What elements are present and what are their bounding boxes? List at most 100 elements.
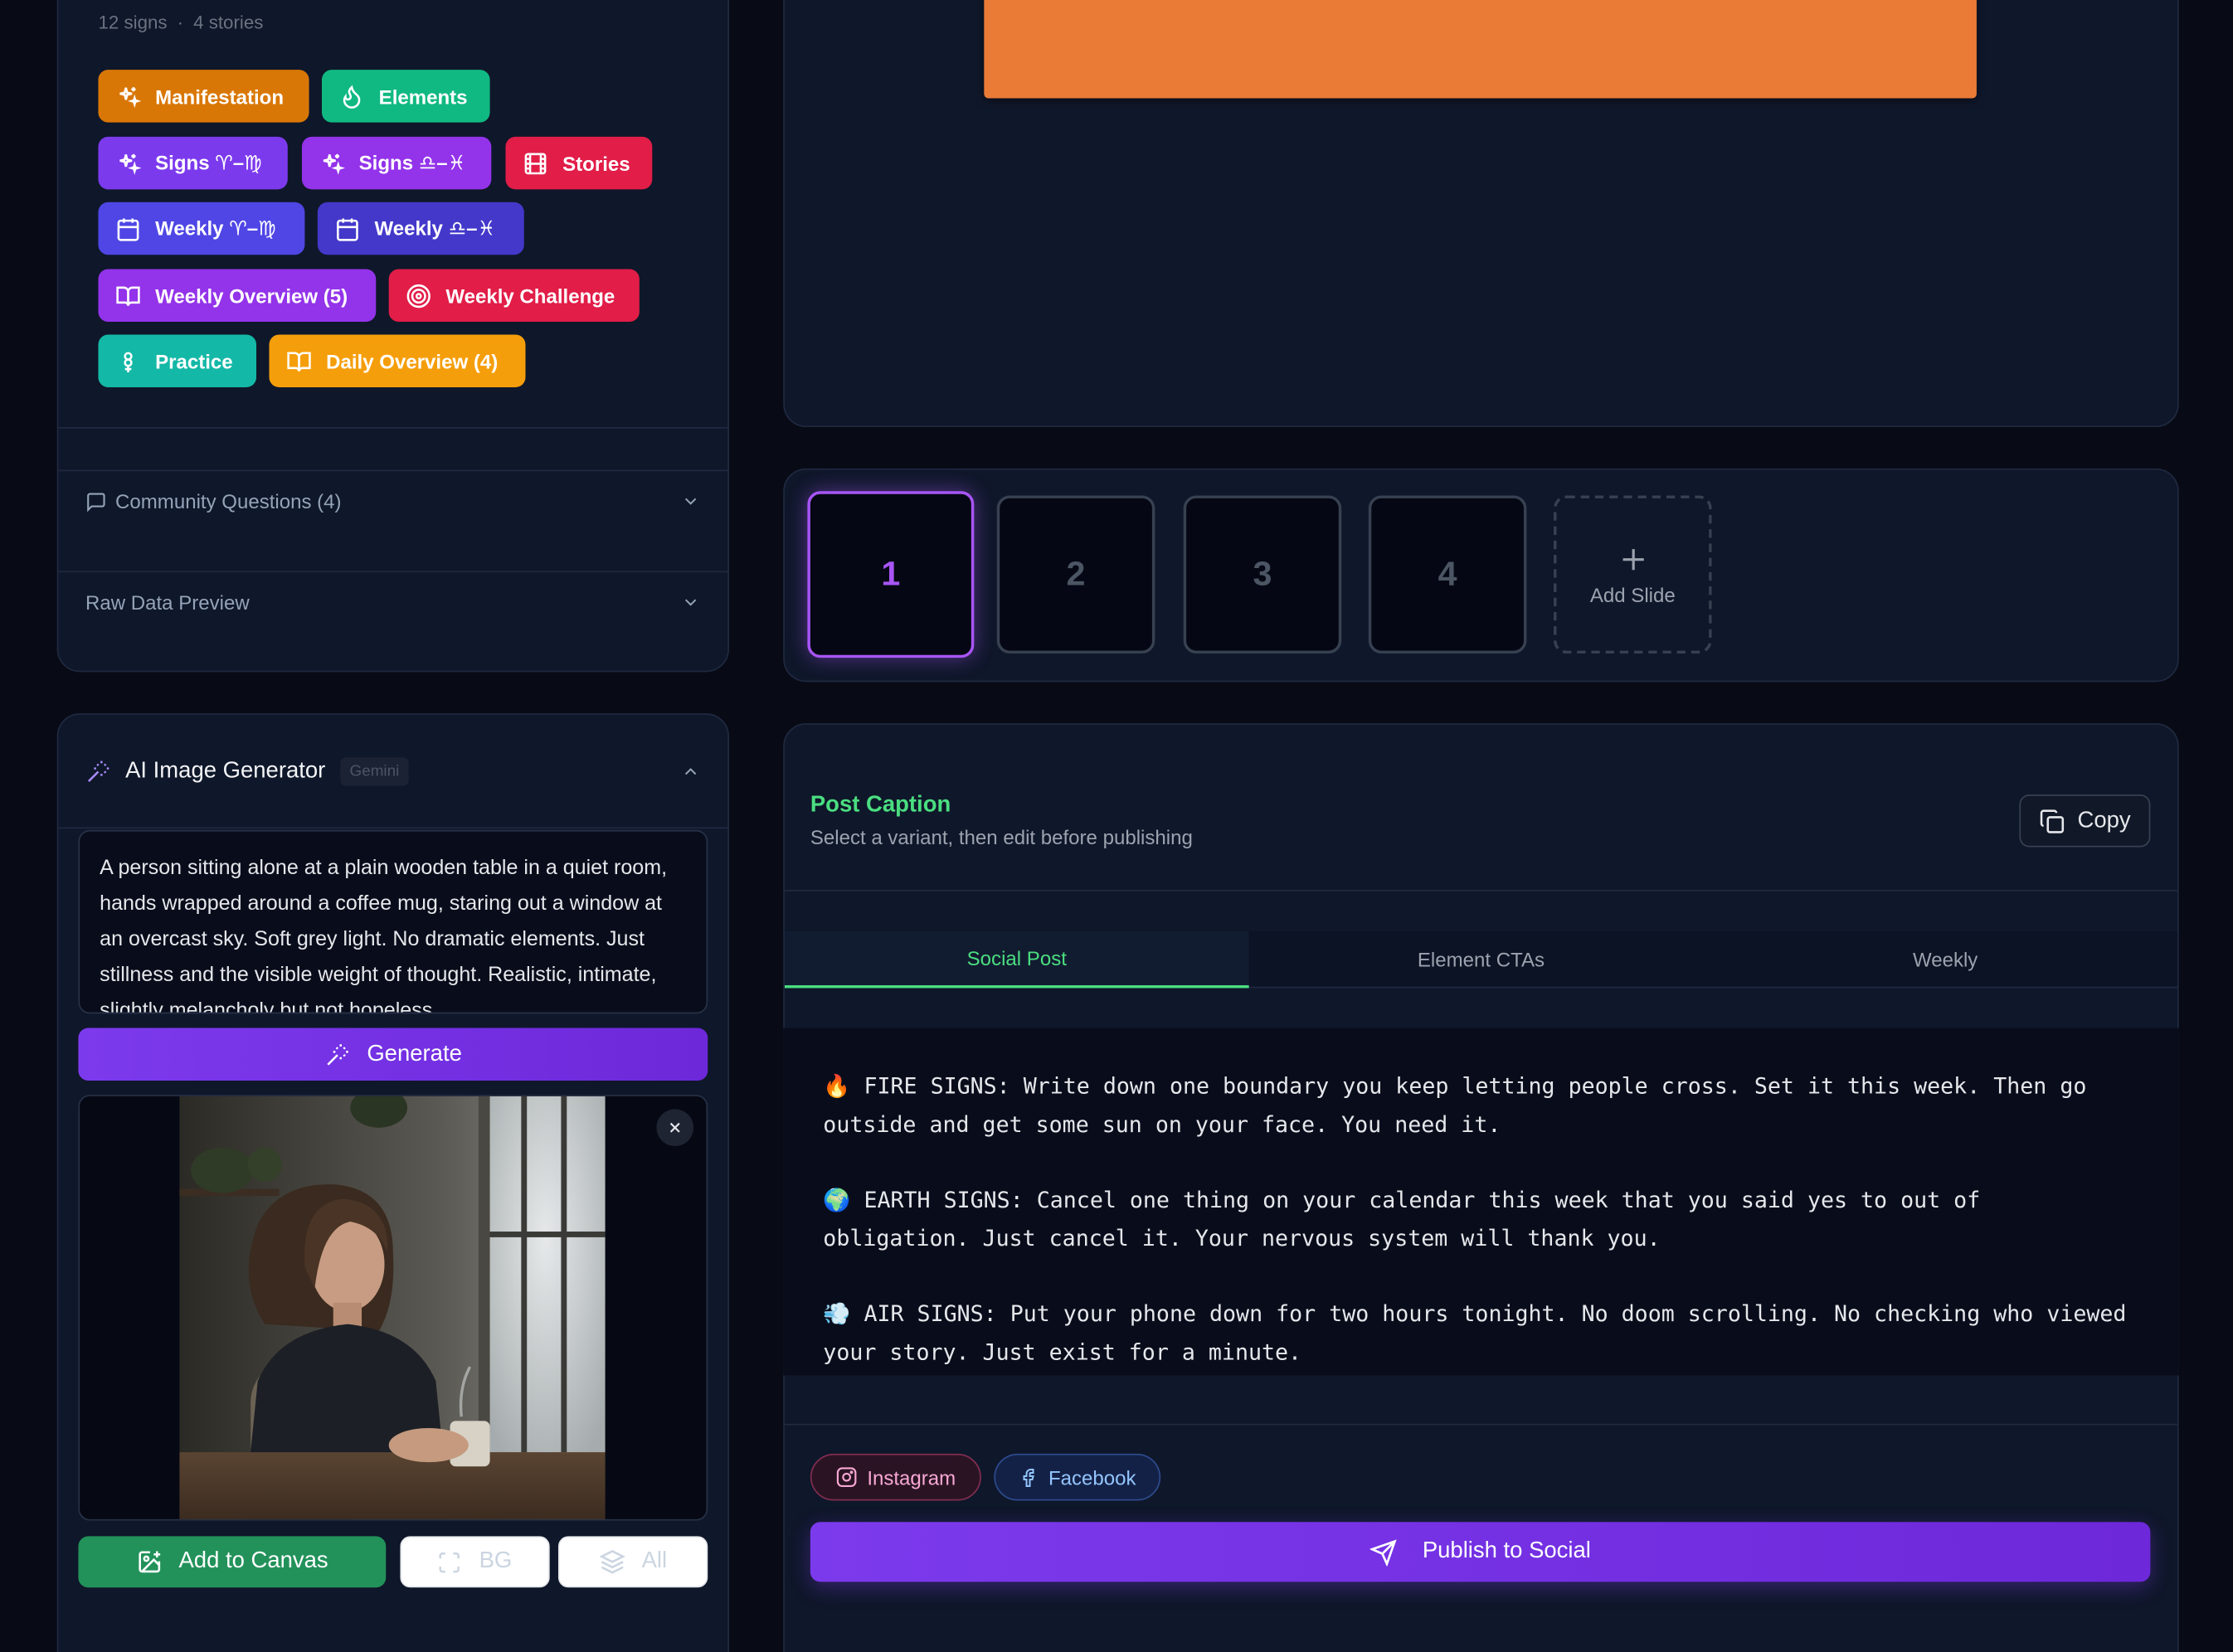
slide-thumb-4[interactable]: 4 xyxy=(1368,495,1527,654)
instagram-icon xyxy=(836,1467,857,1487)
tag-label: Signs ♎–♓ xyxy=(358,150,466,174)
plus-icon xyxy=(1622,548,1643,570)
tab-element-ctas[interactable]: Element CTAs xyxy=(1249,931,1714,989)
calendar-icon xyxy=(117,217,139,241)
message-icon xyxy=(87,492,105,512)
post-caption-title: Post Caption xyxy=(810,793,951,818)
tag-daily-overview-4[interactable]: Daily Overview (4) xyxy=(269,334,526,387)
all-label: All xyxy=(641,1548,668,1574)
chevron-down-icon xyxy=(684,498,697,505)
caption-editor[interactable]: 🔥 FIRE SIGNS: Write down one boundary yo… xyxy=(783,1028,2179,1376)
facebook-icon xyxy=(1023,1468,1035,1487)
chevron-up-icon xyxy=(684,768,697,775)
signs-count: 12 signs xyxy=(98,11,168,33)
copy-icon xyxy=(2040,809,2064,833)
instagram-label: Instagram xyxy=(867,1465,956,1489)
tag-weekly[interactable]: Weekly ♎–♓ xyxy=(317,202,524,255)
facebook-label: Facebook xyxy=(1048,1465,1136,1489)
add-to-canvas-button[interactable]: Add to Canvas xyxy=(78,1536,387,1588)
tab-weekly-label: Weekly xyxy=(1912,948,1978,971)
tag-label: Weekly ♎–♓ xyxy=(374,216,496,240)
tag-label: Elements xyxy=(378,85,468,108)
image-prompt-text: A person sitting alone at a plain wooden… xyxy=(100,857,668,1014)
magic-wand-icon xyxy=(326,1043,348,1065)
copy-label: Copy xyxy=(2077,808,2131,833)
close-image-button[interactable] xyxy=(656,1109,694,1147)
tag-signs[interactable]: Signs ♈–♍ xyxy=(98,136,288,190)
tag-weekly-overview-5[interactable]: Weekly Overview (5) xyxy=(98,269,377,322)
book-icon xyxy=(287,351,311,372)
divider xyxy=(784,890,2177,892)
ai-generator-title: AI Image Generator xyxy=(125,759,326,784)
chevron-down-icon xyxy=(684,599,697,606)
tab-weekly[interactable]: Weekly xyxy=(1713,931,2177,989)
tag-label: Daily Overview (4) xyxy=(326,349,499,372)
ai-generator-header[interactable]: AI Image Generator Gemini xyxy=(85,751,701,791)
image-prompt-textarea[interactable]: A person sitting alone at a plain wooden… xyxy=(78,829,708,1014)
publish-label: Publish to Social xyxy=(1422,1538,1591,1564)
tag-label: Manifestation xyxy=(155,85,285,108)
bg-label: BG xyxy=(479,1548,513,1574)
community-questions-label: Community Questions (4) xyxy=(115,489,342,513)
tag-label: Stories xyxy=(562,151,630,175)
send-icon xyxy=(1369,1538,1397,1566)
tab-social-post-label: Social Post xyxy=(966,946,1067,970)
generated-image-frame xyxy=(78,1095,708,1521)
close-icon xyxy=(669,1122,680,1133)
bg-button[interactable]: BG xyxy=(400,1536,550,1588)
flame-icon xyxy=(343,84,361,109)
calendar-icon xyxy=(337,217,358,241)
post-caption-subtitle: Select a variant, then edit before publi… xyxy=(810,825,1193,849)
tag-manifestation[interactable]: Manifestation xyxy=(98,70,309,123)
caption-paragraph-fire: 🔥 FIRE SIGNS: Write down one boundary yo… xyxy=(823,1073,2100,1138)
add-slide-button[interactable]: Add Slide xyxy=(1554,495,1712,654)
gemini-badge: Gemini xyxy=(339,757,410,786)
tag-practice[interactable]: Practice xyxy=(98,334,257,387)
slide-thumb-2[interactable]: 2 xyxy=(996,495,1155,654)
tag-weekly-challenge[interactable]: Weekly Challenge xyxy=(388,269,640,322)
community-questions-accordion[interactable]: Community Questions (4) xyxy=(85,451,701,551)
generated-image xyxy=(179,1096,606,1519)
tag-signs[interactable]: Signs ♎–♓ xyxy=(301,136,492,190)
sparkle-icon xyxy=(323,153,345,175)
stories-count: 4 stories xyxy=(193,11,264,33)
slide-thumb-3[interactable]: 3 xyxy=(1183,495,1342,654)
tag-label: Weekly ♈–♍ xyxy=(155,216,276,240)
image-plus-icon xyxy=(138,1551,160,1573)
library-counts: 12 signs · 4 stories xyxy=(98,12,263,33)
instagram-chip[interactable]: Instagram xyxy=(810,1453,981,1501)
divider xyxy=(58,427,728,429)
sparkle-icon xyxy=(119,86,141,108)
magic-wand-icon xyxy=(87,760,109,783)
tag-elements[interactable]: Elements xyxy=(321,70,490,123)
facebook-chip[interactable]: Facebook xyxy=(994,1453,1161,1501)
all-button[interactable]: All xyxy=(557,1536,708,1588)
target-icon xyxy=(406,284,431,308)
flower-icon xyxy=(124,351,133,372)
divider xyxy=(784,1423,2177,1426)
tab-element-ctas-label: Element CTAs xyxy=(1417,948,1545,971)
generate-button[interactable]: Generate xyxy=(78,1028,708,1081)
divider xyxy=(58,827,728,829)
tag-label: Practice xyxy=(155,349,233,372)
raw-data-preview-accordion[interactable]: Raw Data Preview xyxy=(85,552,701,652)
dot-separator: · xyxy=(177,11,184,33)
slide-canvas[interactable] xyxy=(984,0,1977,99)
caption-paragraph-air: 💨 AIR SIGNS: Put your phone down for two… xyxy=(823,1301,2140,1366)
tab-social-post[interactable]: Social Post xyxy=(784,930,1249,989)
add-to-canvas-label: Add to Canvas xyxy=(178,1548,328,1574)
sparkle-icon xyxy=(119,153,141,175)
tag-weekly[interactable]: Weekly ♈–♍ xyxy=(98,202,305,255)
raw-data-preview-label: Raw Data Preview xyxy=(85,590,250,614)
frame-icon xyxy=(440,1552,460,1572)
slide-thumb-1[interactable]: 1 xyxy=(807,491,975,658)
generate-label: Generate xyxy=(367,1041,462,1067)
caption-paragraph-earth: 🌍 EARTH SIGNS: Cancel one thing on your … xyxy=(823,1187,1994,1252)
copy-button[interactable]: Copy xyxy=(2019,794,2151,848)
layers-icon xyxy=(599,1550,625,1574)
add-slide-label: Add Slide xyxy=(1589,583,1676,606)
publish-to-social-button[interactable]: Publish to Social xyxy=(810,1522,2151,1582)
film-icon xyxy=(524,152,547,174)
tag-stories[interactable]: Stories xyxy=(505,136,653,190)
tag-label: Weekly Challenge xyxy=(445,284,615,307)
